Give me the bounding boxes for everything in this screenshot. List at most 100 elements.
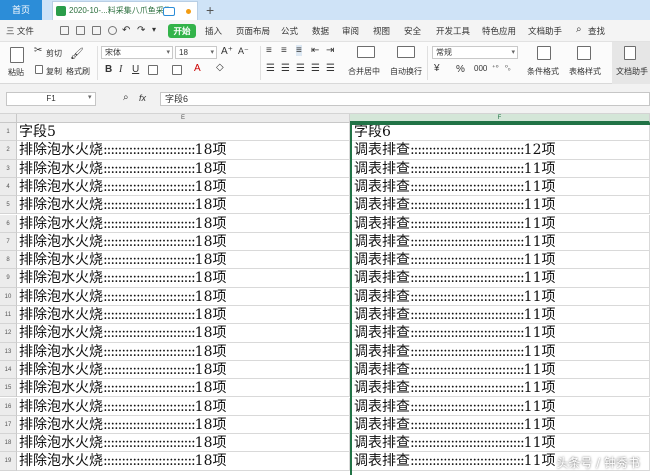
row-header[interactable]: 3 xyxy=(0,159,17,178)
cell-e[interactable]: 排除泡水火烧:::::::::::::::::::::::::18项 xyxy=(17,324,350,343)
menu-page-layout[interactable]: 页面布局 xyxy=(236,20,270,42)
cell-e[interactable]: 排除泡水火烧:::::::::::::::::::::::::18项 xyxy=(17,287,350,306)
zoom-icon[interactable]: ⌕ xyxy=(123,92,129,103)
underline-button[interactable]: U xyxy=(132,64,139,75)
cut-button[interactable]: 剪切 xyxy=(46,48,62,59)
cell-e[interactable]: 排除泡水火烧:::::::::::::::::::::::::18项 xyxy=(17,434,350,453)
cell-f[interactable]: 调表排查:::::::::::::::::::::::::::::::11项 xyxy=(352,159,650,178)
merge-center-icon[interactable] xyxy=(357,46,375,58)
row-header[interactable]: 14 xyxy=(0,360,17,380)
row-header[interactable]: 12 xyxy=(0,324,17,343)
font-color-icon[interactable]: A xyxy=(194,63,201,74)
align-center-icon[interactable]: ☰ xyxy=(281,63,290,74)
menu-data[interactable]: 数据 xyxy=(312,20,329,42)
row-header[interactable]: 15 xyxy=(0,379,17,398)
row-header[interactable]: 11 xyxy=(0,306,17,325)
column-header-f[interactable]: F xyxy=(350,114,650,123)
cell-f[interactable]: 调表排查:::::::::::::::::::::::::::::::11项 xyxy=(352,306,650,325)
select-all-corner[interactable] xyxy=(0,114,17,123)
redo-icon[interactable]: ↷ xyxy=(137,25,145,36)
formula-input[interactable]: 字段6 xyxy=(160,92,650,106)
search-button[interactable]: 查找 xyxy=(588,20,605,42)
cell-f[interactable]: 调表排查:::::::::::::::::::::::::::::::11项 xyxy=(352,196,650,215)
cell-e[interactable]: 排除泡水火烧:::::::::::::::::::::::::18项 xyxy=(17,232,350,252)
conditional-format-icon[interactable] xyxy=(537,46,551,60)
align-right-icon[interactable]: ☰ xyxy=(296,63,305,74)
menu-review[interactable]: 审阅 xyxy=(342,20,359,42)
row-header[interactable]: 18 xyxy=(0,434,17,453)
percent-button[interactable]: % xyxy=(456,64,465,75)
row-header[interactable]: 1 xyxy=(0,123,17,142)
menu-doc-assistant[interactable]: 文档助手 xyxy=(528,20,562,42)
cell-e[interactable]: 排除泡水火烧:::::::::::::::::::::::::18项 xyxy=(17,269,350,288)
cell-f-header[interactable]: 字段6 xyxy=(352,123,650,142)
cell-f[interactable]: 调表排查:::::::::::::::::::::::::::::::11项 xyxy=(352,269,650,288)
cell-f[interactable]: 调表排查:::::::::::::::::::::::::::::::11项 xyxy=(352,360,650,380)
align-middle-icon[interactable]: ≡ xyxy=(281,45,287,56)
cell-e[interactable]: 排除泡水火烧:::::::::::::::::::::::::18项 xyxy=(17,177,350,197)
cut-icon[interactable]: ✂ xyxy=(34,45,42,56)
wrap-text-button[interactable]: 自动换行 xyxy=(390,66,422,77)
menu-security[interactable]: 安全 xyxy=(404,20,421,42)
format-painter-icon[interactable]: 🖌 xyxy=(70,47,84,60)
menu-view[interactable]: 视图 xyxy=(373,20,390,42)
bold-button[interactable]: B xyxy=(105,64,112,75)
cell-f[interactable]: 调表排查:::::::::::::::::::::::::::::::11项 xyxy=(352,379,650,398)
paste-icon[interactable] xyxy=(10,47,24,63)
cell-e[interactable]: 排除泡水火烧:::::::::::::::::::::::::18项 xyxy=(17,196,350,215)
cell-e[interactable]: 排除泡水火烧:::::::::::::::::::::::::18项 xyxy=(17,214,350,233)
justify-icon[interactable]: ☰ xyxy=(311,63,320,74)
print-icon[interactable] xyxy=(92,26,101,35)
decrease-font-icon[interactable]: A⁻ xyxy=(238,46,249,57)
conditional-format-button[interactable]: 条件格式 xyxy=(527,66,559,77)
cell-f[interactable]: 调表排查:::::::::::::::::::::::::::::::11项 xyxy=(352,324,650,343)
align-top-icon[interactable]: ≡ xyxy=(266,45,272,56)
print-preview-icon[interactable] xyxy=(76,26,85,35)
clear-icon[interactable]: ◇ xyxy=(216,62,224,73)
row-header[interactable]: 16 xyxy=(0,397,17,416)
cell-e[interactable]: 排除泡水火烧:::::::::::::::::::::::::18项 xyxy=(17,306,350,325)
cell-f[interactable]: 调表排查:::::::::::::::::::::::::::::::11项 xyxy=(352,177,650,197)
format-painter-button[interactable]: 格式刷 xyxy=(66,66,90,77)
home-tab[interactable]: 首页 xyxy=(0,0,42,20)
cell-f[interactable]: 调表排查:::::::::::::::::::::::::::::::11项 xyxy=(352,415,650,435)
font-size-select[interactable]: 18 ▾ xyxy=(175,46,217,59)
copy-button[interactable]: 复制 xyxy=(46,66,62,77)
cell-f[interactable]: 调表排查:::::::::::::::::::::::::::::::11项 xyxy=(352,214,650,233)
row-header[interactable]: 5 xyxy=(0,196,17,215)
menu-developer[interactable]: 开发工具 xyxy=(436,20,470,42)
cell-f[interactable]: 调表排查:::::::::::::::::::::::::::::::11项 xyxy=(352,232,650,252)
cell-e[interactable]: 排除泡水火烧:::::::::::::::::::::::::18项 xyxy=(17,251,350,270)
cell-f[interactable]: 调表排查:::::::::::::::::::::::::::::::11项 xyxy=(352,397,650,416)
indent-icon[interactable]: ⇤ xyxy=(311,45,319,56)
row-header[interactable]: 2 xyxy=(0,141,17,160)
cell-e[interactable]: 排除泡水火烧:::::::::::::::::::::::::18项 xyxy=(17,360,350,380)
row-header[interactable]: 4 xyxy=(0,177,17,197)
menu-special[interactable]: 特色应用 xyxy=(482,20,516,42)
decrease-decimal-icon[interactable]: ⁰₀ xyxy=(505,64,511,72)
row-header[interactable]: 19 xyxy=(0,452,17,471)
row-header[interactable]: 6 xyxy=(0,214,17,233)
new-tab-button[interactable]: + xyxy=(206,0,214,20)
copy-icon[interactable] xyxy=(35,65,43,74)
wrap-text-icon[interactable] xyxy=(397,46,415,58)
table-style-icon[interactable] xyxy=(577,46,591,60)
cell-f[interactable]: 调表排查:::::::::::::::::::::::::::::::11项 xyxy=(352,251,650,270)
menu-formula[interactable]: 公式 xyxy=(281,20,298,42)
cell-f[interactable]: 调表排查:::::::::::::::::::::::::::::::12项 xyxy=(352,141,650,160)
undo-icon[interactable]: ↶ xyxy=(122,25,130,36)
row-header[interactable]: 13 xyxy=(0,342,17,361)
cell-e-header[interactable]: 字段5 xyxy=(17,123,350,142)
save-icon[interactable] xyxy=(60,26,69,35)
find-icon[interactable] xyxy=(108,26,117,35)
cell-e[interactable]: 排除泡水火烧:::::::::::::::::::::::::18项 xyxy=(17,415,350,435)
italic-button[interactable]: I xyxy=(119,64,122,75)
row-header[interactable]: 8 xyxy=(0,251,17,270)
menu-insert[interactable]: 插入 xyxy=(205,20,222,42)
cell-e[interactable]: 排除泡水火烧:::::::::::::::::::::::::18项 xyxy=(17,397,350,416)
currency-icon[interactable]: ¥ xyxy=(434,63,440,74)
file-menu[interactable]: 三 文件 xyxy=(6,20,34,42)
paste-button[interactable]: 粘贴 xyxy=(8,67,24,78)
border-icon[interactable] xyxy=(148,65,158,75)
menu-start[interactable]: 开始 xyxy=(168,24,196,38)
